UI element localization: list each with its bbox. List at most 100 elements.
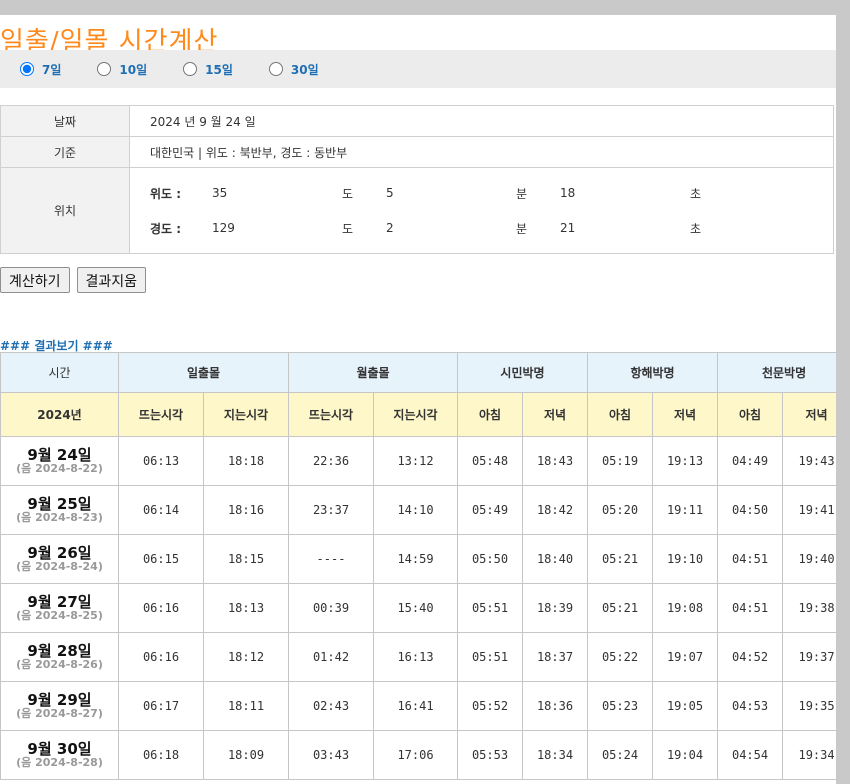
table-row: 9월 28일 (음 2024-8-26) 06:16 18:12 01:42 16:13 0… [0,632,836,682]
astro-evening-cell: 19:34 [782,730,836,780]
sunset-cell: 18:13 [203,583,289,633]
date-row: 날짜 2024 년 9 월 24 일 [0,105,834,137]
sunrise-cell: 06:18 [118,730,204,780]
sub-header-sunrise: 뜨는시각 [118,392,204,437]
sub-header-year: 2024년 [0,392,119,437]
row-date-cell: 9월 24일 (음 2024-8-22) [0,436,119,486]
row-date-cell: 9월 29일 (음 2024-8-27) [0,681,119,731]
nautical-evening-cell: 19:13 [652,436,719,486]
solar-date: 9월 27일 [27,592,92,611]
astro-evening-cell: 19:40 [782,534,836,584]
longitude-row: 경도 : 129 도 2 분 21 초 [150,211,832,246]
astro-evening-cell: 19:38 [782,583,836,633]
header-time: 시간 [0,352,119,393]
date-label: 날짜 [0,105,130,137]
day-range-selector: 7일 10일 15일 30일 [0,50,836,88]
content-panel: 일출/일몰 시간계산 7일 10일 15일 30일 날짜 2024 년 9 월 … [0,15,836,784]
sub-header-nautical-morning: 아침 [587,392,654,437]
header-nautical-twilight: 항해박명 [587,352,719,393]
longitude-seconds[interactable]: 21 [560,221,690,235]
longitude-sec-unit: 초 [690,221,702,236]
table-row: 9월 24일 (음 2024-8-22) 06:13 18:18 22:36 13:12 0… [0,436,836,486]
nautical-morning-cell: 05:22 [587,632,654,682]
solar-date: 9월 30일 [27,739,92,758]
sub-header-row: 2024년 뜨는시각 지는시각 뜨는시각 지는시각 아침 저녁 아침 저녁 아침… [0,392,836,437]
sunset-cell: 18:18 [203,436,289,486]
longitude-min-unit: 분 [516,221,528,236]
longitude-minutes[interactable]: 2 [386,221,516,235]
moonset-cell: 14:10 [373,485,458,535]
latitude-label: 위도 : [150,186,182,201]
latitude-minutes[interactable]: 5 [386,186,516,200]
table-row: 9월 27일 (음 2024-8-25) 06:16 18:13 00:39 15:40 0… [0,583,836,633]
calculate-button[interactable]: 계산하기 [0,267,70,293]
sub-header-nautical-evening: 저녁 [652,392,719,437]
radio-option-7days[interactable]: 7일 [20,61,61,78]
location-label: 위치 [0,167,130,254]
nautical-morning-cell: 05:20 [587,485,654,535]
radio-10days[interactable] [97,62,112,76]
row-date-cell: 9월 28일 (음 2024-8-26) [0,632,119,682]
nautical-evening-cell: 19:05 [652,681,719,731]
table-row: 9월 29일 (음 2024-8-27) 06:17 18:11 02:43 16:41 0… [0,681,836,731]
solar-date: 9월 24일 [27,445,92,464]
latitude-sec-unit: 초 [690,186,702,201]
lunar-date: (음 2024-8-22) [16,462,103,476]
radio-30days[interactable] [268,62,283,76]
moonrise-cell: 01:42 [288,632,374,682]
date-value[interactable]: 2024 년 9 월 24 일 [129,105,834,137]
lunar-date: (음 2024-8-26) [16,658,103,672]
lunar-date: (음 2024-8-28) [16,756,103,770]
latitude-seconds[interactable]: 18 [560,186,690,200]
longitude-degrees[interactable]: 129 [212,221,342,235]
nautical-morning-cell: 05:21 [587,583,654,633]
row-date-cell: 9월 26일 (음 2024-8-24) [0,534,119,584]
latitude-deg-unit: 도 [342,186,354,201]
sunset-cell: 18:09 [203,730,289,780]
civil-evening-cell: 18:36 [521,681,589,731]
civil-morning-cell: 05:51 [457,632,523,682]
civil-morning-cell: 05:48 [457,436,523,486]
row-date-cell: 9월 25일 (음 2024-8-23) [0,485,119,535]
radio-label-10days: 10일 [119,62,148,77]
longitude-label: 경도 : [150,221,182,236]
radio-label-30days: 30일 [290,62,319,77]
radio-7days[interactable] [20,62,34,76]
row-date-cell: 9월 27일 (음 2024-8-25) [0,583,119,633]
radio-option-10days[interactable]: 10일 [97,61,147,78]
civil-morning-cell: 05:51 [457,583,523,633]
nautical-evening-cell: 19:10 [652,534,719,584]
nautical-evening-cell: 19:07 [652,632,719,682]
results-table: 시간 일출몰 월출몰 시민박명 항해박명 천문박명 2024년 뜨는시각 지는시… [0,352,836,780]
settings-table: 날짜 2024 년 9 월 24 일 기준 대한민국 | 위도 : 북반부, 경… [0,105,834,254]
radio-label-15days: 15일 [205,62,233,77]
sub-header-astro-morning: 아침 [717,392,784,437]
civil-morning-cell: 05:50 [457,534,523,584]
astro-evening-cell: 19:37 [782,632,836,682]
basis-row: 기준 대한민국 | 위도 : 북반부, 경도 : 동반부 [0,136,834,168]
moonrise-cell: 22:36 [288,436,374,486]
civil-evening-cell: 18:34 [521,730,589,780]
latitude-min-unit: 분 [516,186,528,201]
solar-date: 9월 29일 [27,690,92,709]
latitude-degrees[interactable]: 35 [212,186,342,200]
header-sunrise-sunset: 일출몰 [118,352,289,393]
action-buttons: 계산하기 결과지움 [0,267,147,293]
nautical-evening-cell: 19:08 [652,583,719,633]
radio-option-15days[interactable]: 15일 [183,61,233,78]
moonset-cell: 15:40 [373,583,458,633]
sunset-cell: 18:15 [203,534,289,584]
location-value: 위도 : 35 도 5 분 18 초 경도 : 129 도 2 분 21 초 [129,167,834,254]
lunar-date: (음 2024-8-23) [16,511,103,525]
sub-header-civil-evening: 저녁 [521,392,589,437]
radio-option-30days[interactable]: 30일 [268,61,319,78]
radio-15days[interactable] [183,62,198,76]
sunset-cell: 18:16 [203,485,289,535]
basis-value[interactable]: 대한민국 | 위도 : 북반부, 경도 : 동반부 [129,136,834,168]
clear-results-button[interactable]: 결과지움 [76,267,147,293]
header-astronomical-twilight: 천문박명 [717,352,836,393]
civil-evening-cell: 18:37 [521,632,589,682]
moonrise-cell: 00:39 [288,583,374,633]
moonset-cell: 14:59 [373,534,458,584]
moonrise-cell: 23:37 [288,485,374,535]
